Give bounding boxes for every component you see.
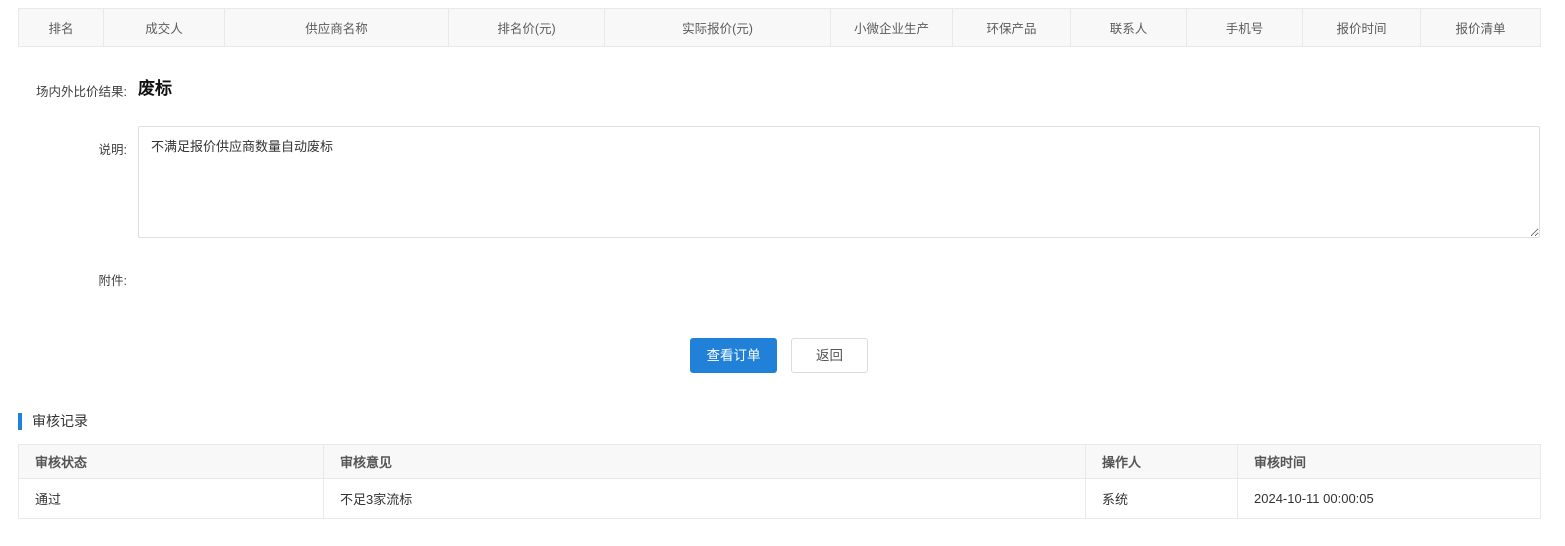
audit-col-operator: 操作人 — [1086, 445, 1238, 479]
audit-cell-time: 2024-10-11 00:00:05 — [1238, 479, 1541, 519]
audit-col-time: 审核时间 — [1238, 445, 1541, 479]
view-order-button[interactable]: 查看订单 — [690, 338, 777, 373]
quote-col-small-enterprise: 小微企业生产 — [831, 9, 953, 47]
audit-col-status: 审核状态 — [19, 445, 324, 479]
audit-section-title: 审核记录 — [32, 411, 88, 431]
result-label: 场内外比价结果: — [7, 81, 127, 100]
audit-table-row: 通过 不足3家流标 系统 2024-10-11 00:00:05 — [19, 479, 1541, 519]
button-row: 查看订单 返回 — [18, 338, 1540, 373]
audit-section-header: 审核记录 — [18, 412, 88, 430]
remark-label: 说明: — [7, 139, 127, 158]
quote-col-quote-list: 报价清单 — [1421, 9, 1541, 47]
section-accent-bar — [18, 413, 22, 430]
audit-cell-status: 通过 — [19, 479, 324, 519]
quote-col-phone: 手机号 — [1187, 9, 1303, 47]
audit-col-opinion: 审核意见 — [324, 445, 1086, 479]
result-value: 废标 — [138, 74, 172, 99]
attachment-label: 附件: — [7, 270, 127, 289]
audit-cell-operator: 系统 — [1086, 479, 1238, 519]
quote-table-header-row: 排名 成交人 供应商名称 排名价(元) 实际报价(元) 小微企业生产 环保产品 … — [19, 9, 1541, 47]
audit-table: 审核状态 审核意见 操作人 审核时间 通过 不足3家流标 系统 2024-10-… — [18, 444, 1541, 519]
back-button[interactable]: 返回 — [791, 338, 868, 373]
audit-cell-opinion: 不足3家流标 — [324, 479, 1086, 519]
quote-col-winner: 成交人 — [104, 9, 225, 47]
quote-col-actual-quote: 实际报价(元) — [605, 9, 831, 47]
audit-table-header-row: 审核状态 审核意见 操作人 审核时间 — [19, 445, 1541, 479]
quote-col-quote-time: 报价时间 — [1303, 9, 1421, 47]
quote-col-supplier-name: 供应商名称 — [225, 9, 449, 47]
quote-col-rank-price: 排名价(元) — [449, 9, 605, 47]
quote-col-eco-product: 环保产品 — [953, 9, 1071, 47]
quote-table: 排名 成交人 供应商名称 排名价(元) 实际报价(元) 小微企业生产 环保产品 … — [18, 8, 1541, 47]
quote-col-rank: 排名 — [19, 9, 104, 47]
quote-col-contact: 联系人 — [1071, 9, 1187, 47]
remark-textarea[interactable]: 不满足报价供应商数量自动废标 — [138, 126, 1540, 238]
